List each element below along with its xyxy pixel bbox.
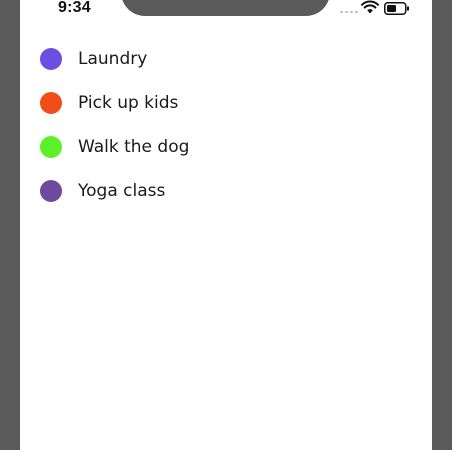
task-row[interactable]: Laundry	[20, 37, 432, 81]
task-color-dot	[40, 136, 62, 158]
wifi-icon	[361, 0, 379, 14]
status-bar: 9:34	[20, 0, 432, 24]
phone-screen: 9:34 Laundry Pick up kids Walk the dog Y…	[20, 0, 432, 450]
status-time: 9:34	[58, 0, 91, 16]
task-row[interactable]: Pick up kids	[20, 81, 432, 125]
task-row[interactable]: Yoga class	[20, 169, 432, 213]
task-color-dot	[40, 92, 62, 114]
task-label: Walk the dog	[78, 137, 190, 157]
task-list: Laundry Pick up kids Walk the dog Yoga c…	[20, 37, 432, 213]
battery-icon	[384, 2, 409, 15]
task-label: Laundry	[78, 49, 148, 69]
task-color-dot	[40, 180, 62, 202]
task-label: Yoga class	[78, 181, 166, 201]
cellular-signal-icon	[340, 11, 358, 13]
task-label: Pick up kids	[78, 93, 179, 113]
task-row[interactable]: Walk the dog	[20, 125, 432, 169]
task-color-dot	[40, 48, 62, 70]
phone-frame: 9:34 Laundry Pick up kids Walk the dog Y…	[0, 0, 452, 450]
